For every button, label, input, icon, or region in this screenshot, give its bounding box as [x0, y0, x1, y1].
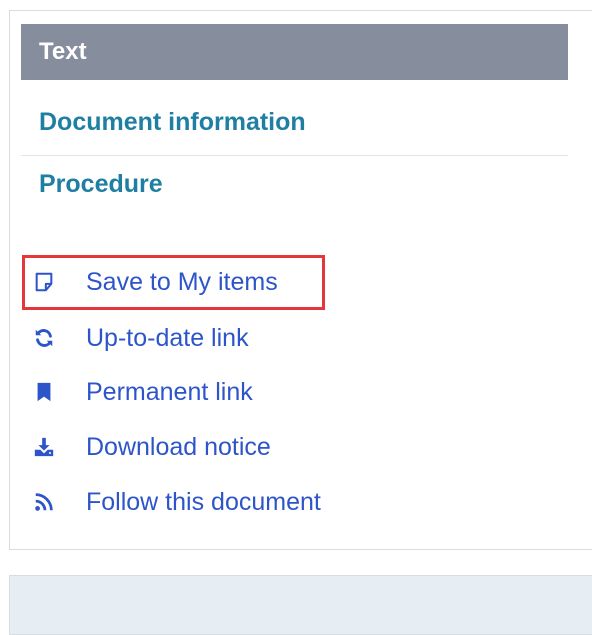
note-icon [32, 270, 56, 294]
divider [21, 155, 568, 156]
download-icon [32, 435, 56, 459]
up-to-date-link[interactable]: Up-to-date link [32, 318, 249, 358]
tab-text[interactable]: Text [21, 24, 568, 80]
refresh-icon [32, 326, 56, 350]
action-label: Permanent link [86, 377, 253, 406]
action-label: Follow this document [86, 487, 321, 516]
next-panel [9, 575, 592, 635]
permanent-link[interactable]: Permanent link [32, 372, 253, 412]
save-to-my-items-link[interactable]: Save to My items [32, 262, 278, 302]
action-label: Download notice [86, 432, 271, 461]
follow-this-document-link[interactable]: Follow this document [32, 482, 321, 522]
nav-link-procedure[interactable]: Procedure [39, 170, 163, 199]
rss-icon [32, 490, 56, 514]
download-notice-link[interactable]: Download notice [32, 427, 271, 467]
nav-link-document-information[interactable]: Document information [39, 108, 306, 137]
action-label: Save to My items [86, 267, 278, 296]
action-label: Up-to-date link [86, 323, 249, 352]
bookmark-icon [32, 380, 56, 404]
